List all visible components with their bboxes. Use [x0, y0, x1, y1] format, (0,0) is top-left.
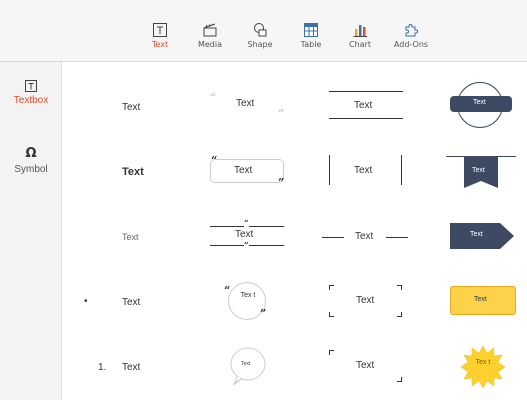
style-banner-circle[interactable]: Text — [448, 82, 518, 130]
corner-top-left — [329, 285, 334, 290]
style-ribbon[interactable]: Text — [446, 152, 518, 192]
line-right — [386, 237, 408, 238]
style-quote-plain-label: Text — [236, 98, 255, 109]
close-quote-icon: ” — [278, 107, 285, 120]
style-ribbon-label: Text — [472, 167, 485, 174]
line-bottom — [329, 118, 403, 119]
shape-icon — [254, 23, 267, 37]
textbox-icon — [25, 80, 37, 92]
style-burst-label: Tex t — [475, 359, 491, 366]
style-yellow-box-label: Text — [474, 296, 487, 303]
text-icon — [153, 23, 167, 37]
open-quote-icon: “ — [210, 91, 217, 104]
style-arrow[interactable]: Text — [446, 220, 518, 252]
toolbar-addons-button[interactable]: Add-Ons — [381, 22, 441, 58]
close-quote-icon: ” — [244, 240, 249, 250]
style-numbered-text-label: Text — [122, 362, 141, 373]
style-bars-left-right[interactable]: Text — [327, 155, 405, 187]
style-light-text[interactable]: Text — [110, 226, 170, 250]
left-sidebar: Textbox Ω Symbol — [0, 62, 62, 400]
corner-bottom-left — [329, 312, 334, 317]
style-brackets-corners-label: Text — [356, 295, 375, 306]
style-bold-text-label: Text — [122, 166, 144, 178]
style-quote-lines[interactable]: “ Text ” — [210, 218, 286, 254]
style-yellow-box[interactable]: Text — [450, 285, 518, 317]
corner-bottom-right — [397, 377, 402, 382]
style-banner-circle-label: Text — [473, 99, 486, 106]
style-light-text-label: Text — [122, 232, 139, 242]
media-icon — [203, 23, 217, 37]
bullet-marker: • — [84, 296, 88, 307]
bar-right — [401, 155, 402, 185]
table-icon — [304, 23, 318, 37]
sidebar-item-textbox[interactable]: Textbox — [0, 79, 62, 106]
style-plain-text[interactable]: Text — [110, 96, 170, 120]
toolbar-addons-label: Add-Ons — [393, 40, 429, 49]
numbered-marker: 1. — [98, 362, 107, 373]
close-quote-icon: ” — [278, 176, 285, 189]
style-quote-lines-label: Text — [235, 229, 254, 240]
style-brackets-corners[interactable]: Text — [329, 284, 405, 320]
style-quote-plain[interactable]: “ Text ” — [205, 90, 290, 120]
style-quote-box-label: Text — [234, 165, 253, 176]
style-burst[interactable]: Tex t — [458, 344, 508, 390]
style-quote-box[interactable]: “ Text ” — [210, 154, 287, 189]
insert-toolbar: Text Media Shape Table Chart Add-Ons — [0, 0, 527, 62]
sidebar-textbox-label: Textbox — [13, 95, 49, 106]
style-bullet-text-label: Text — [122, 297, 141, 308]
bar-left — [329, 155, 330, 185]
style-bold-text[interactable]: Text — [110, 160, 170, 184]
style-lines-top-bottom[interactable]: Text — [329, 88, 405, 122]
style-brackets-half[interactable]: Text — [329, 349, 405, 385]
style-speech-bubble[interactable]: Text — [228, 345, 268, 387]
corner-top-right — [397, 285, 402, 290]
style-speech-bubble-label: Text — [241, 361, 251, 367]
open-quote-icon: “ — [244, 218, 249, 228]
style-brackets-half-label: Text — [356, 360, 375, 371]
style-plain-text-label: Text — [122, 102, 141, 113]
open-quote-icon: “ — [224, 284, 231, 297]
line-top — [329, 91, 403, 92]
style-bullet-list[interactable]: • Text — [80, 291, 170, 315]
line-left — [322, 237, 344, 238]
sidebar-item-symbol[interactable]: Ω Symbol — [0, 144, 62, 175]
omega-icon: Ω — [25, 146, 37, 161]
chart-icon — [353, 25, 367, 37]
style-lines-side[interactable]: Text — [322, 226, 410, 250]
close-quote-icon: ” — [260, 307, 267, 320]
open-quote-icon: “ — [211, 154, 218, 167]
style-bars-left-right-label: Text — [354, 165, 373, 176]
corner-top-left — [329, 350, 334, 355]
corner-bottom-right — [397, 312, 402, 317]
style-numbered-list[interactable]: 1. Text — [90, 356, 170, 380]
style-quote-circle[interactable]: “ Tex t ” — [222, 280, 274, 322]
style-lines-side-label: Text — [355, 231, 374, 242]
starburst-shape — [460, 345, 506, 389]
puzzle-icon — [405, 24, 418, 37]
sidebar-symbol-label: Symbol — [14, 164, 48, 175]
style-quote-circle-label: Tex t — [240, 292, 256, 299]
style-arrow-label: Text — [470, 231, 483, 238]
style-lines-top-bottom-label: Text — [354, 100, 373, 111]
